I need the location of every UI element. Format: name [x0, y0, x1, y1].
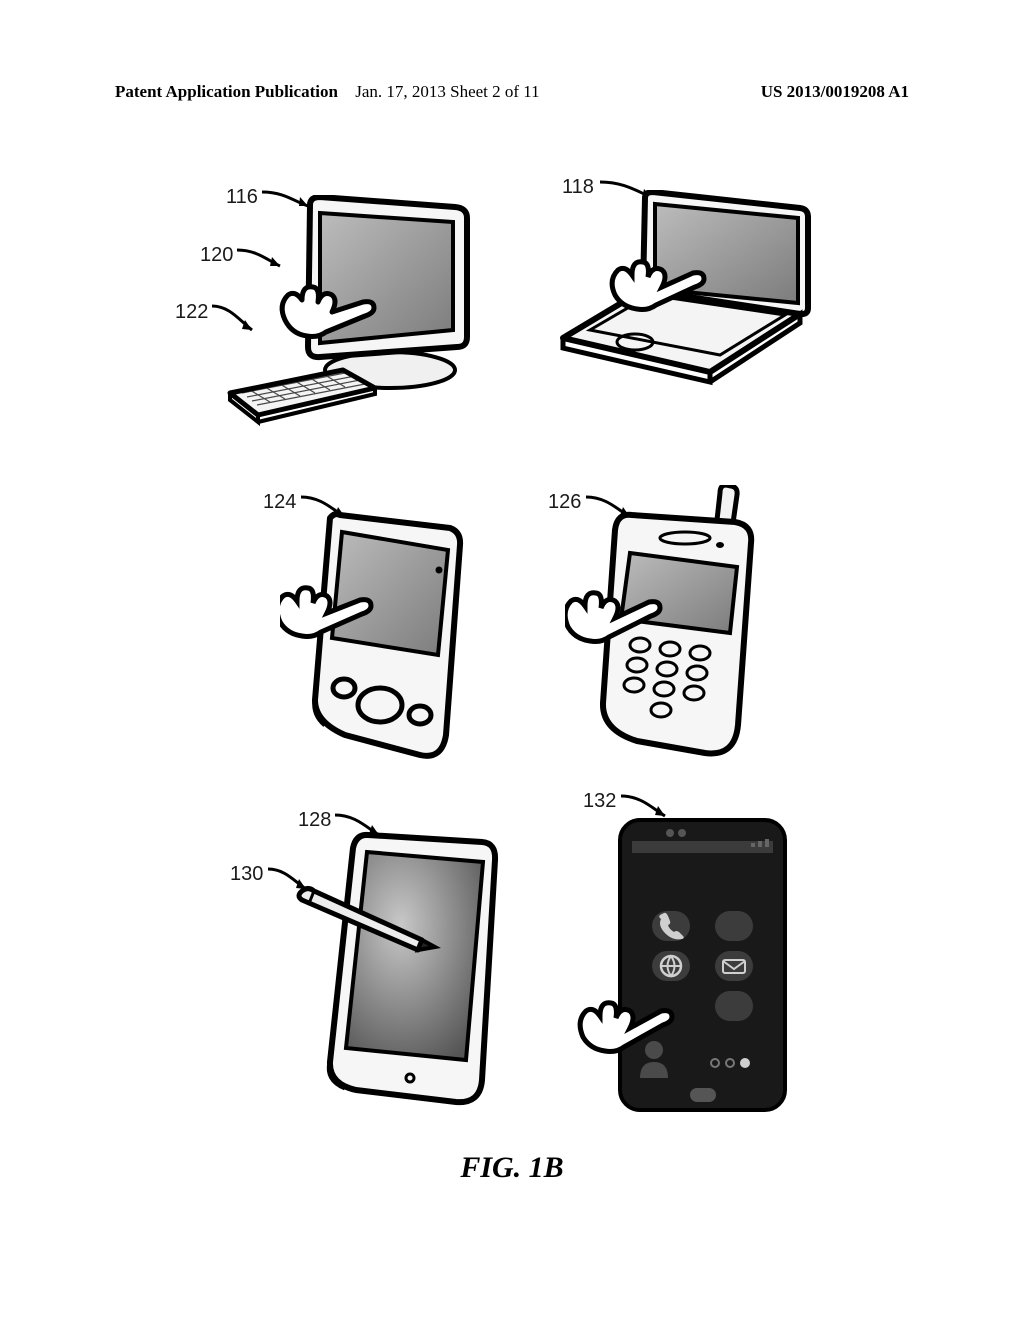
ref-label-122: 122	[175, 301, 208, 324]
cellphone-touch-device-icon	[565, 485, 760, 760]
header-publication-title: Patent Application Publication	[115, 82, 338, 102]
figure-caption: FIG. 1B	[460, 1151, 563, 1185]
desktop-touch-device-icon	[225, 195, 495, 430]
header-date-sheet: Jan. 17, 2013 Sheet 2 of 11	[355, 82, 539, 102]
ref-label-130: 130	[230, 863, 263, 886]
patent-figure-page: Patent Application Publication Jan. 17, …	[0, 0, 1024, 1320]
ref-label-128: 128	[298, 809, 331, 832]
figure-row-3: 128 130	[0, 790, 1024, 1090]
pda-touch-device-icon	[280, 510, 470, 760]
laptop-touch-device-icon	[555, 190, 815, 390]
figure-row-1: 116 120 122	[0, 160, 1024, 460]
header-patent-number: US 2013/0019208 A1	[761, 82, 909, 102]
figure-row-2: 124	[0, 475, 1024, 775]
smartphone-touch-device-icon	[570, 815, 790, 1115]
page-header: Patent Application Publication Jan. 17, …	[0, 82, 1024, 102]
tablet-stylus-device-icon	[290, 830, 500, 1110]
ref-label-132: 132	[583, 790, 616, 813]
